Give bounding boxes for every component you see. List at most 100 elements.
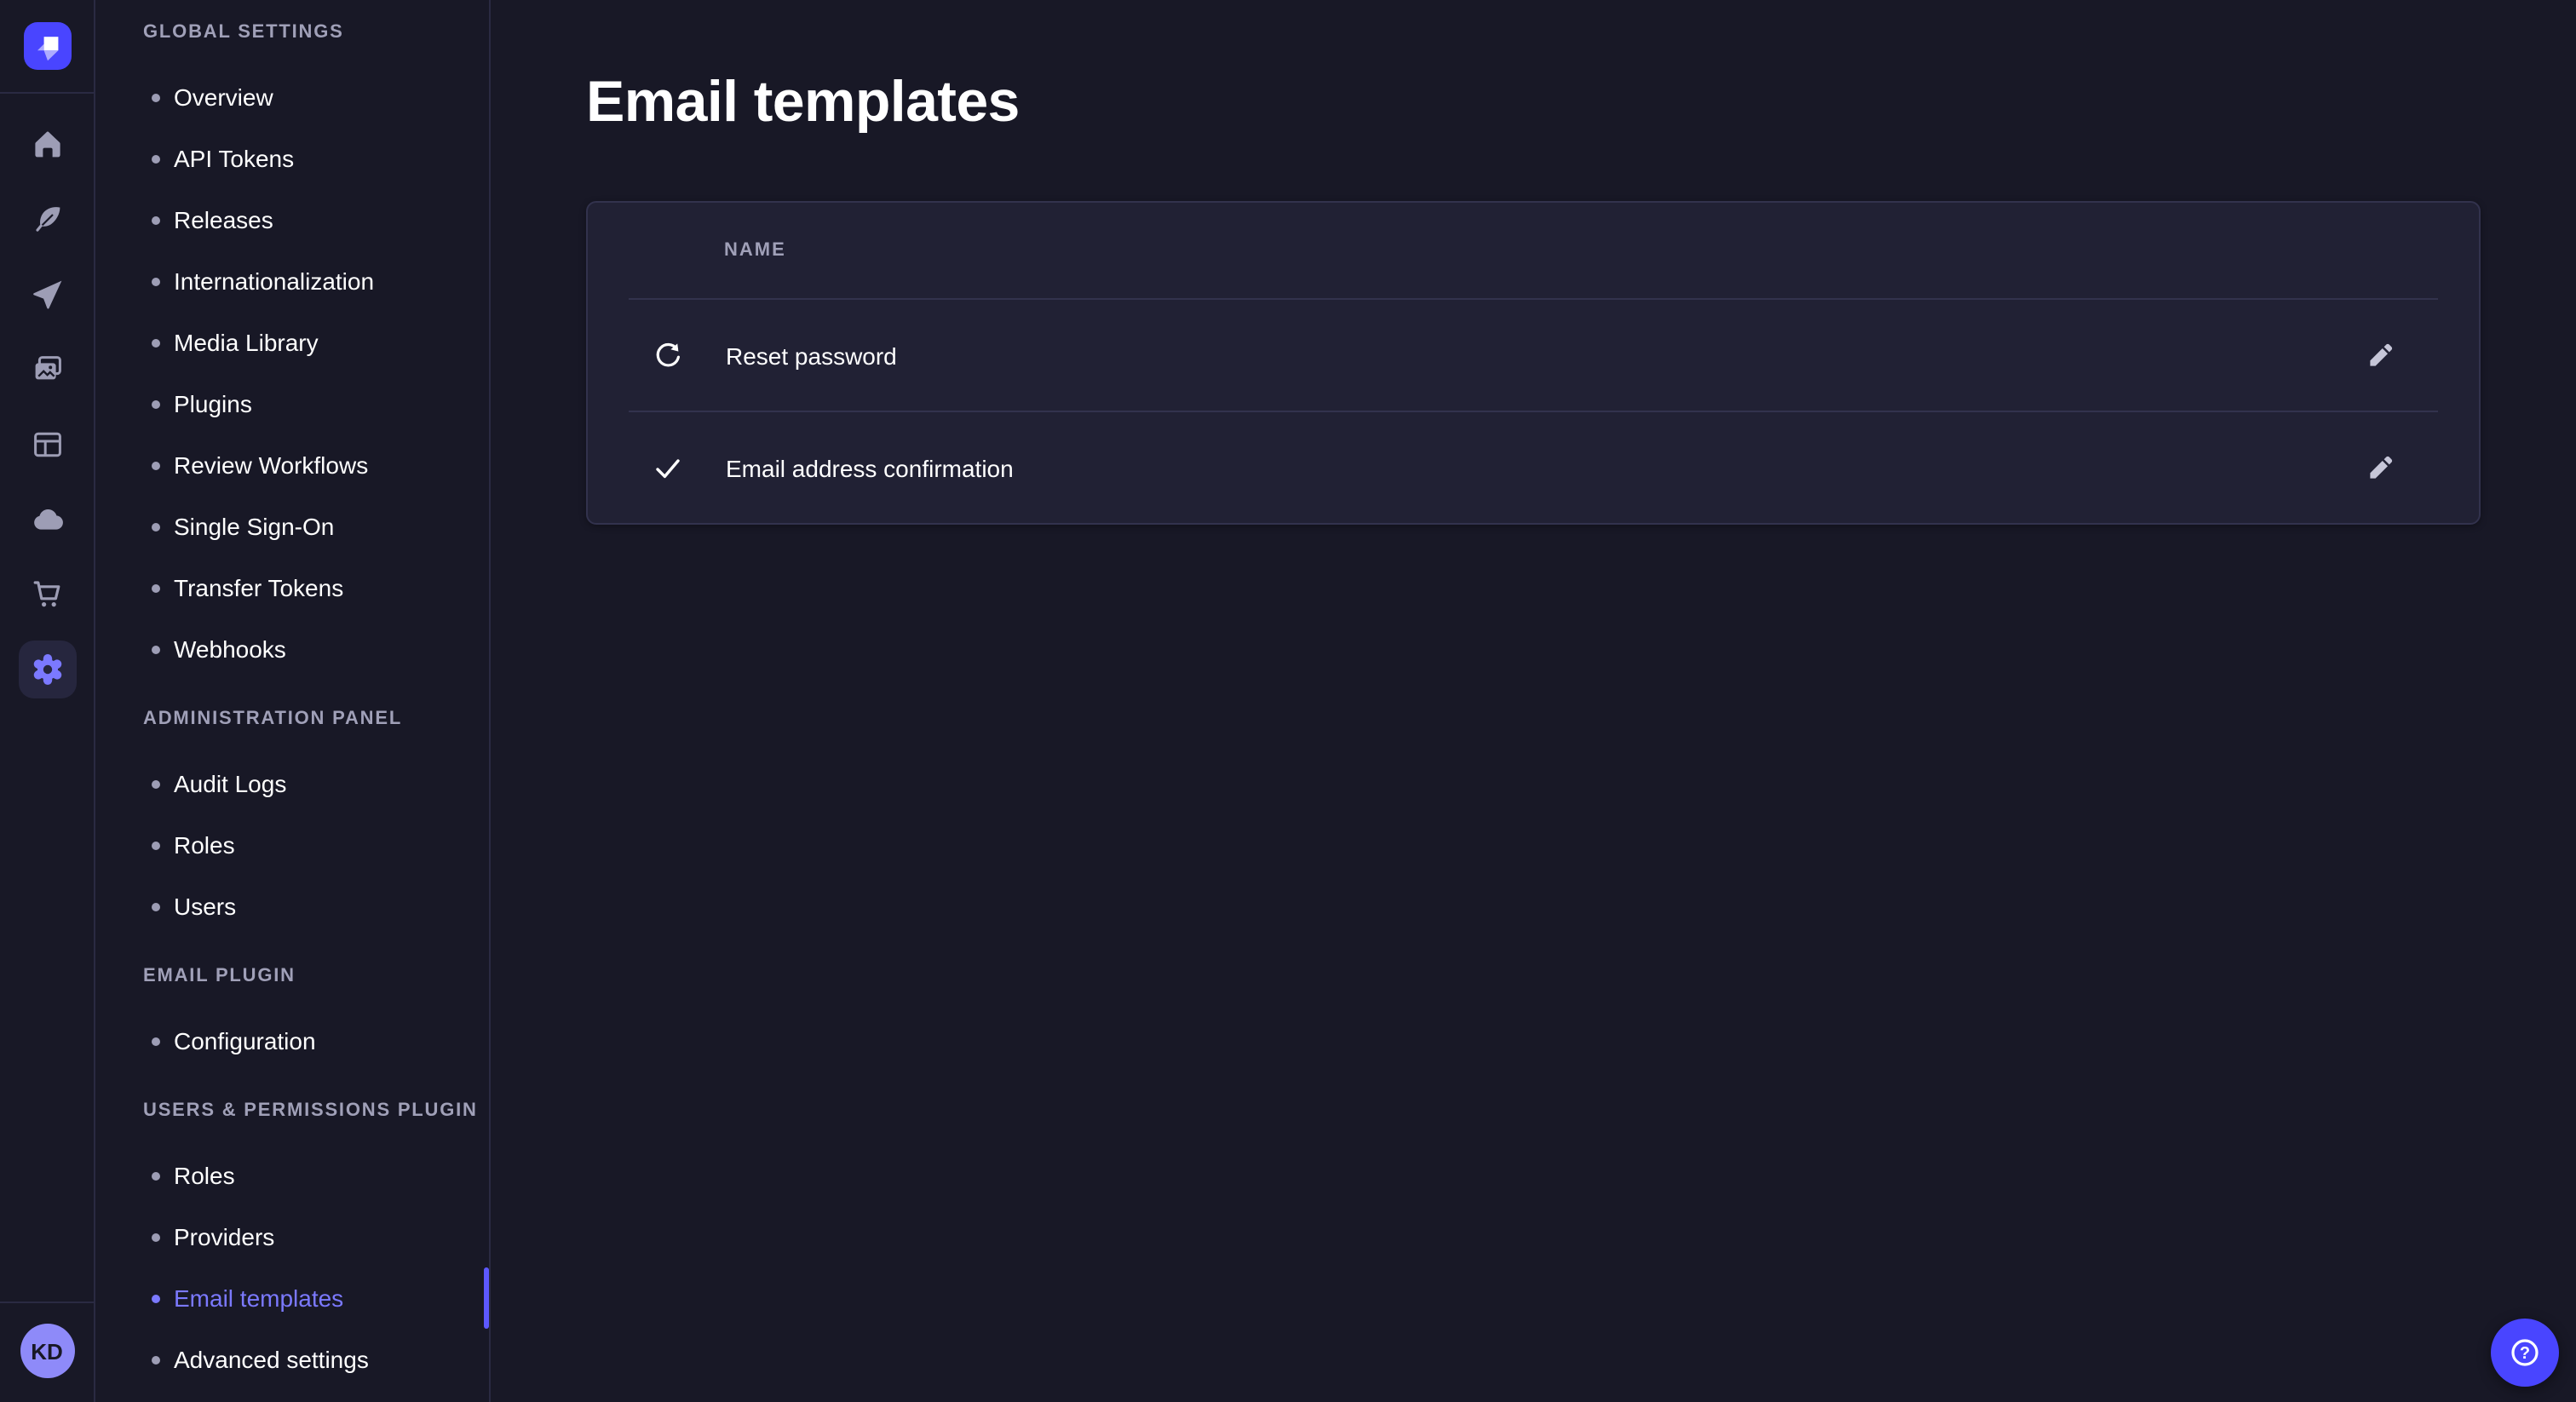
sidebar-item-label: Users	[174, 893, 236, 920]
sidebar-item-label: Transfer Tokens	[174, 574, 343, 601]
sidebar-item-label: Configuration	[174, 1027, 316, 1054]
check-icon	[651, 452, 685, 483]
sidebar-item-releases[interactable]: Releases	[95, 189, 489, 250]
app-window: KD GLOBAL SETTINGS Overview API Tokens R…	[0, 0, 2576, 1402]
bullet-icon	[152, 902, 160, 911]
bullet-icon	[152, 522, 160, 531]
bullet-icon	[152, 1232, 160, 1241]
rail-bottom: KD	[0, 1301, 94, 1402]
sidebar-item-transfer-tokens[interactable]: Transfer Tokens	[95, 557, 489, 618]
nav-release-button[interactable]	[18, 266, 76, 324]
cloud-icon	[30, 503, 64, 537]
bullet-icon	[152, 1294, 160, 1302]
section-global-settings: GLOBAL SETTINGS Overview API Tokens Rele…	[95, 22, 489, 680]
sidebar-item-audit-logs[interactable]: Audit Logs	[95, 753, 489, 814]
bullet-icon	[152, 338, 160, 347]
section-header: USERS & PERMISSIONS PLUGIN	[143, 1100, 448, 1123]
sidebar-item-admin-roles[interactable]: Roles	[95, 814, 489, 876]
sidebar-item-label: Roles	[174, 831, 235, 859]
sidebar-item-label: Review Workflows	[174, 451, 368, 479]
user-avatar[interactable]: KD	[20, 1324, 74, 1378]
home-icon	[30, 128, 64, 162]
section-header: GLOBAL SETTINGS	[143, 22, 448, 44]
bullet-icon	[152, 645, 160, 653]
sidebar-item-up-roles[interactable]: Roles	[95, 1145, 489, 1206]
sidebar-item-providers[interactable]: Providers	[95, 1206, 489, 1267]
sidebar-item-internationalization[interactable]: Internationalization	[95, 250, 489, 312]
strapi-logo[interactable]	[23, 22, 71, 70]
logo-area	[0, 0, 94, 94]
section-email-plugin: EMAIL PLUGIN Configuration	[95, 966, 489, 1072]
sidebar-item-label: Single Sign-On	[174, 513, 334, 540]
bullet-icon	[152, 461, 160, 469]
images-icon	[30, 353, 64, 387]
sidebar-item-label: Releases	[174, 206, 273, 233]
nav-media-library-button[interactable]	[18, 341, 76, 399]
sidebar-item-advanced-settings[interactable]: Advanced settings	[95, 1329, 489, 1390]
page-title: Email templates	[586, 73, 2481, 131]
sidebar-item-label: Roles	[174, 1162, 235, 1189]
pencil-icon	[2366, 453, 2395, 482]
sidebar-item-plugins[interactable]: Plugins	[95, 373, 489, 434]
bullet-icon	[152, 277, 160, 285]
paper-plane-icon	[30, 278, 64, 312]
feather-icon	[30, 203, 64, 237]
sidebar-item-label: Media Library	[174, 329, 319, 356]
main-nav-rail: KD	[0, 0, 95, 1402]
sidebar-item-review-workflows[interactable]: Review Workflows	[95, 434, 489, 496]
active-indicator	[484, 1267, 489, 1329]
section-header: EMAIL PLUGIN	[143, 966, 448, 988]
help-button[interactable]: ?	[2491, 1319, 2559, 1387]
bullet-icon	[152, 1037, 160, 1045]
bullet-icon	[152, 841, 160, 849]
nav-settings-button[interactable]	[18, 641, 76, 698]
sidebar-item-label: Advanced settings	[174, 1346, 369, 1373]
edit-button[interactable]	[2353, 440, 2407, 495]
layout-icon	[30, 428, 64, 462]
bullet-icon	[152, 1355, 160, 1364]
section-users-permissions-plugin: USERS & PERMISSIONS PLUGIN Roles Provide…	[95, 1100, 489, 1390]
svg-text:?: ?	[2520, 1344, 2530, 1363]
nav-marketplace-button[interactable]	[18, 566, 76, 623]
cart-icon	[30, 577, 64, 612]
table-row-email-confirmation[interactable]: Email address confirmation	[588, 412, 2479, 523]
nav-home-button[interactable]	[18, 116, 76, 174]
sidebar-item-label: Email templates	[174, 1284, 343, 1312]
sidebar-item-webhooks[interactable]: Webhooks	[95, 618, 489, 680]
avatar-initials: KD	[31, 1338, 63, 1364]
sidebar-item-label: Providers	[174, 1223, 274, 1250]
bullet-icon	[152, 583, 160, 592]
sidebar-item-label: Internationalization	[174, 267, 374, 295]
question-mark-icon: ?	[2506, 1334, 2544, 1371]
nav-content-type-builder-button[interactable]	[18, 416, 76, 474]
sidebar-item-label: Audit Logs	[174, 770, 286, 797]
template-name: Reset password	[726, 342, 897, 369]
sidebar-item-label: API Tokens	[174, 145, 294, 172]
gear-icon	[28, 651, 66, 688]
pencil-icon	[2366, 341, 2395, 370]
sidebar-item-label: Plugins	[174, 390, 252, 417]
sidebar-item-media-library[interactable]: Media Library	[95, 312, 489, 373]
sidebar-item-users[interactable]: Users	[95, 876, 489, 937]
sidebar-item-email-templates[interactable]: Email templates	[95, 1267, 489, 1329]
bullet-icon	[152, 93, 160, 101]
bullet-icon	[152, 779, 160, 788]
section-header: ADMINISTRATION PANEL	[143, 709, 448, 731]
sidebar-item-single-sign-on[interactable]: Single Sign-On	[95, 496, 489, 557]
settings-sidebar: GLOBAL SETTINGS Overview API Tokens Rele…	[95, 0, 491, 1402]
sidebar-item-overview[interactable]: Overview	[95, 66, 489, 128]
section-administration-panel: ADMINISTRATION PANEL Audit Logs Roles Us…	[95, 709, 489, 937]
main-content: Email templates NAME Reset password	[491, 0, 2576, 1402]
nav-content-button[interactable]	[18, 191, 76, 249]
bullet-icon	[152, 399, 160, 408]
bullet-icon	[152, 215, 160, 224]
sidebar-item-configuration[interactable]: Configuration	[95, 1010, 489, 1072]
edit-button[interactable]	[2353, 328, 2407, 382]
table-row-reset-password[interactable]: Reset password	[588, 300, 2479, 411]
sidebar-item-api-tokens[interactable]: API Tokens	[95, 128, 489, 189]
sidebar-item-label: Webhooks	[174, 635, 286, 663]
nav-deploy-button[interactable]	[18, 491, 76, 549]
bullet-icon	[152, 154, 160, 163]
table-header-row: NAME	[588, 203, 2479, 298]
sidebar-item-label: Overview	[174, 83, 273, 111]
